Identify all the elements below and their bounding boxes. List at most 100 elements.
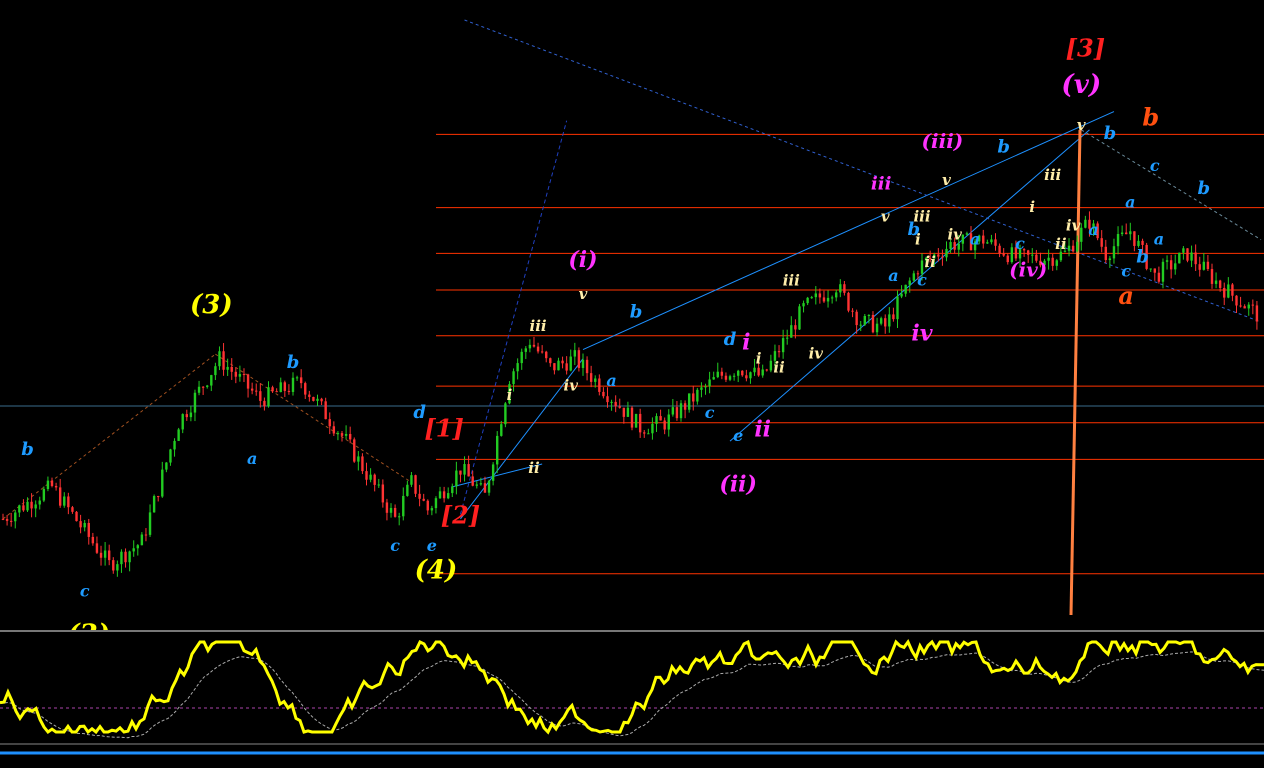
candle xyxy=(843,281,846,296)
candle-body xyxy=(528,344,532,349)
wave-label: (3) xyxy=(190,290,233,320)
candle xyxy=(655,413,658,432)
candle-body xyxy=(1190,252,1193,261)
candle-body xyxy=(994,239,997,246)
candle-body xyxy=(161,469,164,497)
candle-body xyxy=(177,429,180,441)
candle-body xyxy=(957,243,960,250)
candle xyxy=(136,544,139,556)
candle-body xyxy=(647,433,650,435)
candle xyxy=(381,479,385,508)
candle-body xyxy=(855,311,858,326)
candle xyxy=(410,472,413,488)
candle xyxy=(573,342,577,366)
candle-body xyxy=(467,464,470,477)
candle-body xyxy=(904,284,907,294)
candle-body xyxy=(557,360,560,371)
candle-body xyxy=(34,504,37,509)
candle xyxy=(9,512,13,527)
candle xyxy=(651,417,654,440)
candle xyxy=(230,358,233,380)
candle xyxy=(741,370,744,377)
candle xyxy=(58,478,62,508)
candle xyxy=(287,384,291,395)
candle xyxy=(1169,254,1173,279)
wave-label: c xyxy=(1015,234,1025,253)
candle xyxy=(1214,272,1218,289)
wave-label: i xyxy=(1029,198,1035,216)
candle xyxy=(299,369,303,389)
candle-body xyxy=(201,386,205,388)
candle xyxy=(295,375,299,381)
channel-line xyxy=(582,111,1115,350)
candle-body xyxy=(500,424,503,436)
candle xyxy=(1161,258,1165,289)
candle xyxy=(214,362,217,381)
candle-body xyxy=(132,548,135,552)
candle xyxy=(369,468,372,483)
candle-body xyxy=(859,324,862,326)
candle-body xyxy=(112,560,115,571)
candle-body xyxy=(745,375,748,379)
candle xyxy=(238,365,242,382)
candle-body xyxy=(430,508,434,511)
candle-body xyxy=(818,293,822,298)
candle-body xyxy=(512,371,515,385)
candle-body xyxy=(594,378,597,382)
wave-label: iii xyxy=(530,317,547,335)
candle xyxy=(197,380,201,396)
candle xyxy=(422,493,425,502)
candle-body xyxy=(581,359,585,368)
candle xyxy=(50,477,54,488)
candle xyxy=(206,384,209,389)
candle-body xyxy=(377,484,380,486)
candle xyxy=(1186,248,1189,263)
wave-label: (v) xyxy=(1061,70,1101,100)
candle xyxy=(418,484,421,507)
candle-body xyxy=(1116,234,1120,247)
oscillator-panel xyxy=(0,639,1264,755)
wave-label: c xyxy=(1121,261,1131,280)
candle xyxy=(769,354,773,373)
candle-body xyxy=(810,297,813,299)
candle xyxy=(765,368,768,372)
candle xyxy=(112,557,115,574)
candle-body xyxy=(1243,306,1246,309)
candle-body xyxy=(753,367,756,373)
wave-label: c xyxy=(390,536,400,555)
candle xyxy=(361,453,364,475)
candle-body xyxy=(643,432,646,434)
candle-body xyxy=(610,401,613,403)
candle-body xyxy=(299,377,303,384)
candle xyxy=(569,349,572,372)
candle xyxy=(434,496,438,514)
wave-label: b xyxy=(287,352,300,373)
wave-label: a xyxy=(606,371,616,390)
candle-body xyxy=(769,360,773,371)
candle xyxy=(1149,268,1152,273)
candle-body xyxy=(365,471,368,480)
wave-label: (iv) xyxy=(1009,257,1047,281)
candle-body xyxy=(569,356,572,371)
channel-line xyxy=(464,19,1262,323)
candle xyxy=(189,405,193,422)
candle-body xyxy=(169,449,172,463)
candle-body xyxy=(561,360,564,364)
candle xyxy=(275,388,278,393)
candle-body xyxy=(1153,268,1157,273)
candle-body xyxy=(757,367,760,376)
wave-label: iii xyxy=(871,173,892,194)
candle-body xyxy=(655,416,658,424)
candle xyxy=(863,314,867,327)
candle-body xyxy=(340,433,344,436)
candle xyxy=(348,426,352,444)
candle xyxy=(455,461,458,495)
candle xyxy=(397,512,401,526)
wave-label: iv xyxy=(809,345,824,363)
wave-label: v xyxy=(1077,116,1086,134)
candle-body xyxy=(26,501,29,511)
candle-body xyxy=(246,374,250,389)
candle-body xyxy=(54,485,58,488)
wave-label: a xyxy=(888,266,898,285)
candle-body xyxy=(1239,305,1242,307)
